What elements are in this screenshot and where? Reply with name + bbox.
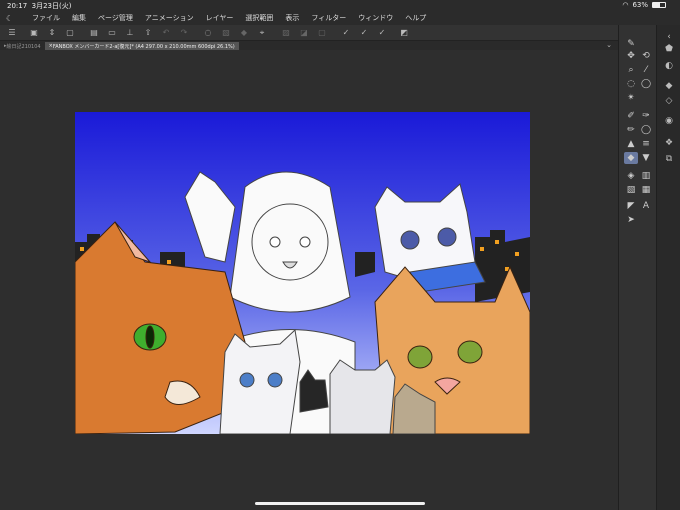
gradient-icon[interactable]: ▼ [639,152,653,164]
color-wheel-icon[interactable]: ⬟ [662,43,676,55]
fill-icon[interactable]: ◆ [238,28,250,38]
eyedropper-icon[interactable]: ⁄ [639,64,653,76]
lasso-icon[interactable]: ◌ [624,78,638,90]
menu-selection[interactable]: 選択範囲 [245,13,273,23]
wand-icon[interactable]: ✴ [624,92,638,104]
ruler-2-icon[interactable]: ◤ [624,200,638,212]
undo-icon[interactable]: ↶ [160,28,172,38]
pen-icon[interactable]: ✑ [639,110,653,122]
menu-filter[interactable]: フィルター [311,13,346,23]
brush-icon[interactable]: ✐ [624,110,638,122]
bucket-side-icon[interactable]: ◆ [662,80,676,92]
blend-icon[interactable]: ◯ [639,124,653,136]
pencil-icon[interactable]: ✏ [624,124,638,136]
redo-icon[interactable]: ↷ [178,28,190,38]
menu-file[interactable]: ファイル [32,13,60,23]
cursor-icon[interactable]: ➤ [624,214,638,226]
side-panel: ‹ ⬟ ◐ ◆ ◇ ◉ ❖ ⧉ [656,25,680,510]
artwork [75,112,530,434]
text-icon[interactable]: A [639,200,653,212]
page-icon[interactable]: ▤ [88,28,100,38]
pen-3-icon[interactable]: ✓ [376,28,388,38]
fill-side-icon[interactable]: ◇ [662,95,676,107]
pen-1-icon[interactable]: ✓ [340,28,352,38]
upload-icon[interactable]: ⇧ [142,28,154,38]
fill-icon[interactable]: ▲ [624,138,638,150]
tab-inactive[interactable]: ▸ 絵日記210104 [0,42,45,50]
hamburger-icon[interactable]: ☰ [6,28,18,38]
rotate-icon[interactable]: ⟲ [639,50,653,62]
material-icon[interactable]: ❖ [662,137,676,149]
navigator-icon[interactable]: ◉ [662,115,676,127]
menu-view[interactable]: 表示 [285,13,299,23]
invert-icon[interactable]: ▢ [316,28,328,38]
pen-select-icon[interactable]: ✎ [624,38,638,50]
canvas[interactable] [75,112,530,434]
tool-palette: ✎ ✥ ⟲ ⌕ ⁄ ◌ ◯ ✴ ✐ ✑ ✏ ◯ ▲ ≡ ◆ ▼ ◈ ▥ ▧ ▦ … [618,25,656,510]
menu-layer[interactable]: レイヤー [206,13,234,23]
new-icon[interactable]: ▣ [28,28,40,38]
ruler-icon[interactable]: ▧ [624,184,638,196]
tab-active[interactable]: × FANBOX メンバーカード2-a[復元]* (A4 297.00 x 21… [44,42,239,50]
grid-icon[interactable]: ▦ [639,184,653,196]
color-fill-icon[interactable]: ◐ [662,60,676,72]
menu-page[interactable]: ページ管理 [98,13,133,23]
status-time: 20:17 3月23日(火) [7,2,72,10]
move-icon[interactable]: ✥ [624,50,638,62]
eraser-icon[interactable]: ≡ [639,138,653,150]
open-icon[interactable]: ▭ [106,28,118,38]
lasso-2-icon[interactable]: ◯ [639,78,653,90]
menu-edit[interactable]: 編集 [72,13,86,23]
home-indicator[interactable] [255,502,425,505]
menu-bar: ☾ ファイル 編集 ページ管理 アニメーション レイヤー 選択範囲 表示 フィル… [0,11,680,25]
save-icon[interactable]: ⊥ [124,28,136,38]
app-logo-icon[interactable]: ☾ [6,14,20,23]
zoom-icon[interactable]: ⌕ [624,64,638,76]
command-toolbar: ☰ ▣ ⇕ ▢ ▤ ▭ ⊥ ⇧ ↶ ↷ ◌ ▧ ◆ ⌖ ▨ ◪ ▢ ✓ ✓ ✓ … [0,25,618,41]
tab-active-label: FANBOX メンバーカード2-a[復元]* (A4 297.00 x 210.… [52,43,235,50]
layer-stack-icon[interactable]: ⧉ [662,153,676,165]
status-bar: 20:17 3月23日(火) ◠ 63% [0,0,680,11]
deselect-icon[interactable]: ◪ [298,28,310,38]
battery-icon [652,2,666,8]
collapse-icon[interactable]: ‹ [662,31,676,43]
bucket-2-icon[interactable]: ◈ [624,170,638,182]
status-date: 3月23日(火) [31,2,72,10]
bucket-icon[interactable]: ◆ [624,152,638,164]
menu-window[interactable]: ウィンドウ [358,13,393,23]
battery-percent: 63% [632,1,648,9]
transform-icon[interactable]: ⌖ [256,28,268,38]
pen-2-icon[interactable]: ✓ [358,28,370,38]
companion-icon[interactable]: ▢ [64,28,76,38]
clear-icon[interactable]: ◌ [202,28,214,38]
frame-icon[interactable]: ▥ [639,170,653,182]
tab-inactive-label: 絵日記210104 [6,43,41,50]
menu-animation[interactable]: アニメーション [145,13,194,23]
menu-help[interactable]: ヘルプ [405,13,426,23]
crop-icon[interactable]: ▧ [220,28,232,38]
chevron-down-icon[interactable]: ⌄ [606,41,612,49]
wifi-icon: ◠ [622,1,629,9]
edit-icon[interactable]: ◩ [398,28,410,38]
document-tabs: ▸ 絵日記210104 × FANBOX メンバーカード2-a[復元]* (A4… [0,41,618,50]
stepper-icon[interactable]: ⇕ [46,28,58,38]
select-icon[interactable]: ▨ [280,28,292,38]
